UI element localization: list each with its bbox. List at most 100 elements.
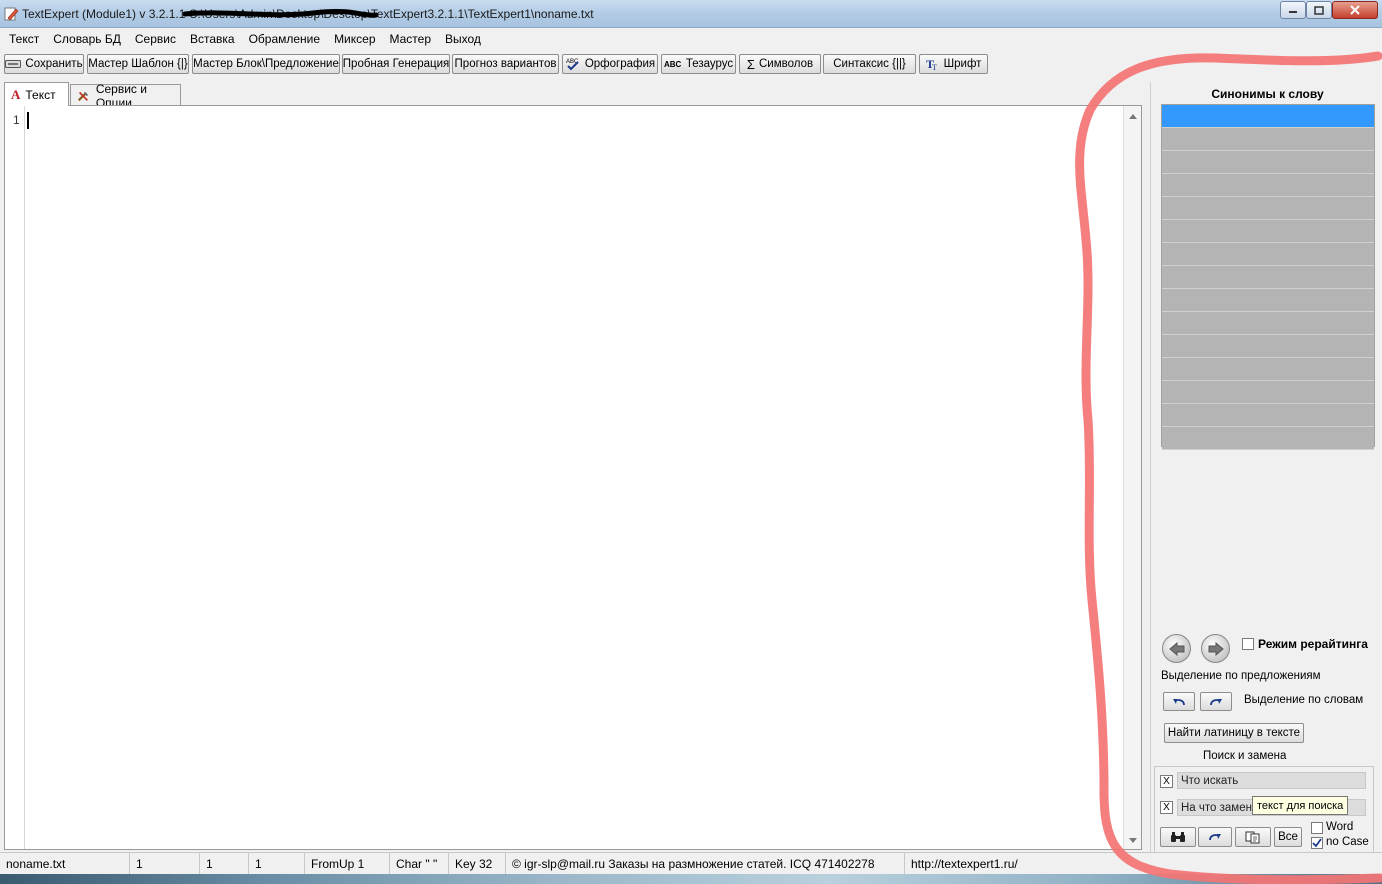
synonym-row[interactable] [1162,358,1374,381]
clear-replace-mark: X [1163,801,1170,813]
synonym-row[interactable] [1162,404,1374,427]
status-key: Key 32 [449,853,506,875]
synonym-row[interactable] [1162,128,1374,151]
spelling-label: Орфография [584,58,656,70]
search-tooltip: текст для поиска [1252,796,1349,815]
select-by-word-label: Выделение по словам [1244,694,1364,706]
replace-button[interactable] [1235,827,1271,847]
synonym-row[interactable] [1162,266,1374,289]
menu-service[interactable]: Сервис [128,32,183,46]
font-label: Шрифт [943,58,982,70]
status-filename: noname.txt [0,853,130,875]
tab-text-label: Текст [25,87,56,102]
clear-find-mark: X [1163,775,1170,787]
desktop-strip [0,874,1382,884]
scribble-mark [183,8,378,18]
synonym-row[interactable] [1162,335,1374,358]
save-label: Сохранить [25,58,83,70]
menu-exit[interactable]: Выход [438,32,488,46]
find-next-button[interactable] [1198,827,1232,847]
spelling-button[interactable]: ABC Орфография [562,54,658,74]
synonym-row[interactable] [1162,312,1374,335]
nocase-checkbox[interactable] [1311,837,1323,849]
minimize-button[interactable] [1280,1,1306,19]
find-latin-button[interactable]: Найти латиницу в тексте [1164,723,1304,743]
keyboard-icon [5,60,22,68]
synonyms-list[interactable] [1161,104,1375,450]
word-label: Word [1326,821,1354,833]
line-number: 1 [13,113,20,127]
synonym-row[interactable] [1162,151,1374,174]
clear-replace-button[interactable]: X [1160,801,1173,814]
synonym-row[interactable] [1162,197,1374,220]
menu-mixer[interactable]: Миксер [327,32,382,46]
find-button[interactable] [1160,827,1196,847]
synonym-row[interactable] [1162,220,1374,243]
synonyms-title: Синонимы к слову [1211,87,1324,101]
close-button[interactable] [1332,1,1378,19]
synonym-row[interactable] [1162,427,1374,450]
synonym-row[interactable] [1162,243,1374,266]
synonym-row[interactable] [1162,174,1374,197]
vertical-scrollbar[interactable] [1123,106,1141,849]
variants-forecast-button[interactable]: Прогноз вариантов [452,54,559,74]
save-button[interactable]: Сохранить [4,54,84,74]
notepad-pencil-icon [4,7,19,21]
menu-wizard[interactable]: Мастер [383,32,439,46]
status-url[interactable]: http://textexpert1.ru/ [905,853,1105,875]
menu-text[interactable]: Текст [2,32,46,46]
replace-all-label: Все [1278,831,1298,843]
tab-text[interactable]: A Текст [4,82,69,106]
checkmark-icon [1312,838,1322,848]
menu-insert[interactable]: Вставка [183,32,242,46]
maximize-button[interactable] [1306,1,1332,19]
thesaurus-label: Тезаурус [685,58,734,70]
variants-forecast-label: Прогноз вариантов [454,58,557,70]
clear-find-button[interactable]: X [1160,775,1173,788]
text-a-icon: A [11,86,21,102]
tab-service-options[interactable]: Сервис и Опции [70,82,181,110]
back-button[interactable] [1162,634,1191,663]
close-icon [1350,5,1360,15]
scroll-down-icon[interactable] [1129,838,1137,844]
syntax-button[interactable]: Синтаксис {||} [823,54,916,74]
font-button[interactable]: TT Шрифт [919,54,988,74]
find-input[interactable]: Что искать [1177,772,1366,789]
minimize-icon [1289,11,1297,13]
redo-arrow-icon [1209,834,1221,841]
status-line: 1 [130,853,200,875]
text-editor[interactable]: 1 [4,105,1142,850]
menu-bar: Текст Словарь БД Сервис Вставка Обрамлен… [0,28,1382,50]
menu-dictionary[interactable]: Словарь БД [46,32,128,46]
find-latin-label: Найти латиницу в тексте [1167,727,1301,739]
menu-framing[interactable]: Обрамление [242,32,327,46]
arrow-left-icon [1168,641,1184,656]
template-wizard-button[interactable]: Мастер Шаблон {|} [87,54,189,74]
rewrite-mode-checkbox[interactable] [1242,638,1254,650]
synonym-row-selected[interactable] [1162,105,1374,128]
font-icon: TT [926,57,937,71]
test-generation-button[interactable]: Пробная Генерация [342,54,450,74]
synonym-row[interactable] [1162,289,1374,312]
status-char: Char " " [390,853,449,875]
replace-placeholder: На что замени [1181,801,1259,814]
nocase-label: no Case [1326,836,1369,848]
block-wizard-button[interactable]: Мастер Блок\Предложение [192,54,340,74]
forward-button[interactable] [1201,634,1230,663]
symbols-button[interactable]: Σ Символов [739,54,821,74]
word-checkbox[interactable] [1311,822,1323,834]
syntax-label: Синтаксис {||} [833,58,906,70]
thesaurus-button[interactable]: ABC Тезаурус [661,54,736,74]
tools-icon [77,91,89,101]
select-by-sentence-label: Выделение по предложениям [1161,670,1321,682]
sigma-icon: Σ [746,56,755,72]
arrow-right-icon [1208,641,1224,656]
replace-all-button[interactable]: Все [1274,827,1302,847]
redo-select-button[interactable] [1200,692,1232,711]
text-caret [27,112,29,129]
scroll-up-icon[interactable] [1129,113,1137,119]
synonym-row[interactable] [1162,381,1374,404]
test-generation-label: Пробная Генерация [342,58,450,70]
toolbar: Сохранить Мастер Шаблон {|} Мастер Блок\… [0,51,1382,77]
undo-select-button[interactable] [1163,692,1195,711]
